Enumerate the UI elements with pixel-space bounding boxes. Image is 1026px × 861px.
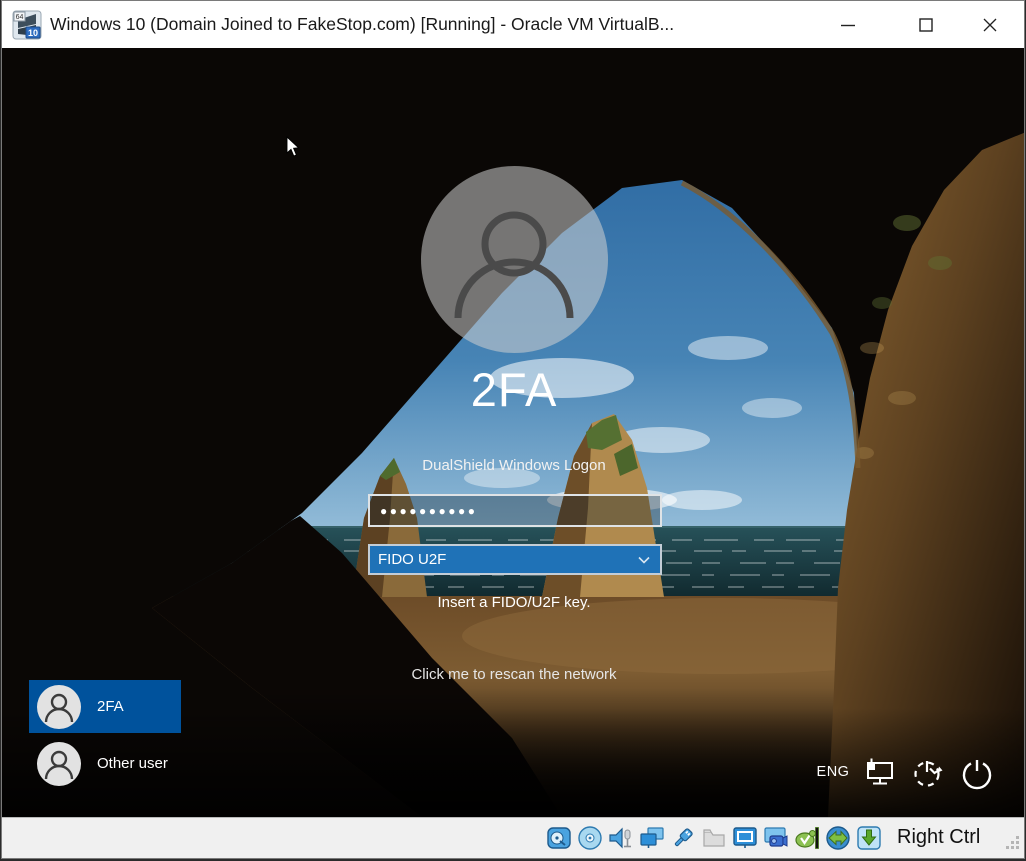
statusbar-device-icons (546, 825, 882, 851)
credential-provider-title: DualShield Windows Logon (422, 457, 606, 474)
power-icon (962, 760, 992, 790)
svg-text:64: 64 (16, 14, 24, 21)
resize-grip[interactable] (1006, 836, 1020, 855)
maximize-button[interactable] (894, 1, 958, 48)
user-tile-label: Other user (97, 755, 168, 772)
user-tile-avatar (37, 684, 81, 729)
network-icon (867, 758, 893, 785)
shared-folders-icon[interactable] (701, 825, 727, 851)
display-icon[interactable] (732, 825, 758, 851)
fido-hint-text: Insert a FIDO/U2F key. (437, 594, 591, 611)
vm-os-icon: 64 10 (12, 10, 42, 40)
recording-icon[interactable] (763, 825, 789, 851)
audio-icon[interactable] (608, 825, 634, 851)
person-icon (454, 211, 574, 319)
auth-method-value: FIDO U2F (378, 551, 447, 568)
network-status-button[interactable] (860, 753, 900, 793)
user-tile-label: 2FA (97, 698, 124, 715)
ease-of-access-icon (914, 761, 943, 787)
auth-method-dropdown[interactable]: FIDO U2F (368, 544, 662, 575)
power-button[interactable] (957, 753, 997, 793)
maximize-icon (919, 17, 933, 32)
chevron-down-icon (638, 556, 650, 564)
person-icon (44, 693, 74, 722)
svg-text:10: 10 (28, 28, 38, 38)
optical-drives-icon[interactable] (577, 825, 603, 851)
host-key-label: Right Ctrl (897, 826, 981, 848)
minimize-icon (841, 24, 855, 26)
minimize-button[interactable] (816, 1, 880, 48)
password-mask: ●●●●●●●●●● (380, 503, 478, 518)
network-icon[interactable] (639, 825, 665, 851)
ease-of-access-button[interactable] (908, 753, 948, 793)
user-avatar (421, 166, 608, 353)
window-title: Windows 10 (Domain Joined to FakeStop.co… (50, 14, 675, 34)
mouse-cursor (286, 135, 300, 162)
vm-screen: 2FA DualShield Windows Logon ●●●●●●●●●● … (2, 48, 1024, 817)
password-input[interactable]: ●●●●●●●●●● (368, 494, 662, 527)
vbox-statusbar: Right Ctrl (2, 817, 1024, 858)
person-icon (44, 750, 74, 779)
mouse-integration-icon[interactable] (825, 825, 851, 851)
user-tile-other-user[interactable]: Other user (29, 737, 181, 790)
close-icon (983, 18, 997, 31)
virtualbox-window: 64 10 Windows 10 (Domain Joined to FakeS… (1, 0, 1025, 859)
language-indicator[interactable]: ENG (812, 764, 854, 780)
user-tile-2fa[interactable]: 2FA (29, 680, 181, 733)
hard-disks-icon[interactable] (546, 825, 572, 851)
keyboard-capture-icon[interactable] (856, 825, 882, 851)
features-icon[interactable] (794, 825, 820, 851)
user-tile-avatar (37, 741, 81, 786)
close-button[interactable] (958, 1, 1022, 48)
usb-devices-icon[interactable] (670, 825, 696, 851)
titlebar: 64 10 Windows 10 (Domain Joined to FakeS… (2, 1, 1024, 48)
signed-in-username: 2FA (470, 363, 558, 416)
